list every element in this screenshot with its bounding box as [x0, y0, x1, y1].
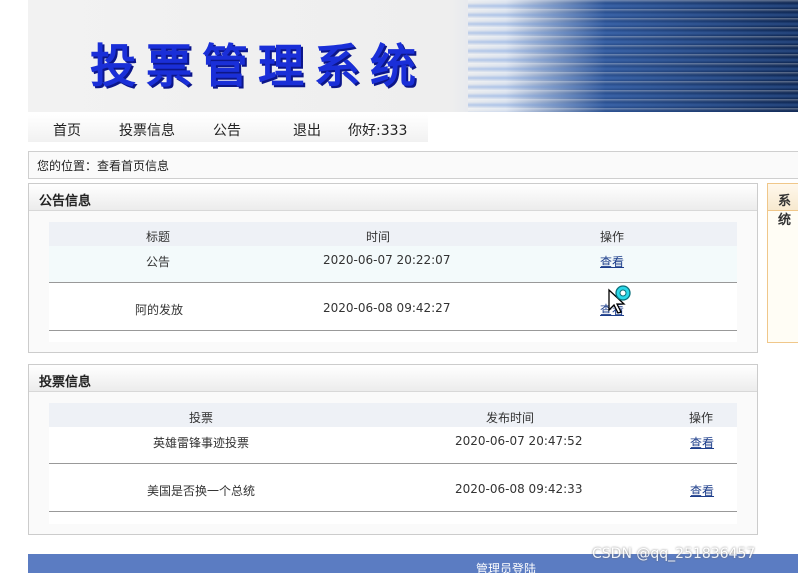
vote-panel-title: 投票信息 — [39, 375, 92, 390]
row-divider — [49, 463, 737, 464]
vote-view-link[interactable]: 查看 — [690, 482, 714, 499]
vote-table: 投票 发布时间 操作 英雄雷锋事迹投票 2020-06-07 20:47:52 … — [49, 403, 737, 524]
header-banner: 投票管理系统 — [28, 0, 798, 112]
top-nav: 首页 投票信息 公告 退出 你好:333 — [28, 115, 428, 142]
notice-panel-title: 公告信息 — [39, 194, 92, 209]
breadcrumb-text: 您的位置：查看首页信息 — [37, 159, 170, 173]
vote-row-time: 2020-06-08 09:42:33 — [455, 482, 583, 496]
vote-view-link[interactable]: 查看 — [690, 434, 714, 451]
nav-vote-info[interactable]: 投票信息 — [119, 120, 175, 140]
row-divider — [49, 330, 737, 331]
notice-row-title: 阿的发放 — [135, 303, 184, 317]
row-divider — [49, 511, 737, 512]
notice-row-time: 2020-06-07 20:22:07 — [323, 253, 451, 267]
nav-home[interactable]: 首页 — [53, 120, 81, 140]
vote-col-action: 操作 — [689, 411, 714, 425]
watermark: CSDN @qq_251836457 — [592, 546, 756, 562]
notice-panel-header: 公告信息 — [29, 184, 757, 211]
notice-panel: 公告信息 标题 时间 操作 公告 2020-06-07 20:22:07 查看 … — [28, 183, 758, 353]
notice-row-time: 2020-06-08 09:42:27 — [323, 301, 451, 315]
user-greeting: 你好:333 — [348, 123, 408, 139]
vote-col-time: 发布时间 — [486, 411, 535, 425]
app-title: 投票管理系统 — [90, 39, 426, 93]
vote-row-title: 美国是否换一个总统 — [147, 484, 256, 498]
notice-col-time: 时间 — [366, 230, 391, 244]
nav-logout[interactable]: 退出 — [293, 120, 321, 140]
banner-decoration — [468, 0, 798, 112]
vote-panel-header: 投票信息 — [29, 365, 757, 392]
left-margin — [0, 0, 28, 573]
notice-row-title: 公告 — [146, 255, 171, 269]
notice-col-title: 标题 — [146, 230, 171, 244]
mouse-cursor-icon — [608, 285, 631, 314]
vote-table-header — [49, 403, 737, 427]
system-panel-title: 系统 — [778, 194, 792, 228]
breadcrumb: 您的位置：查看首页信息 — [28, 151, 798, 179]
vote-panel: 投票信息 投票 发布时间 操作 英雄雷锋事迹投票 2020-06-07 20:4… — [28, 364, 758, 535]
vote-col-title: 投票 — [189, 411, 214, 425]
admin-login-link[interactable]: 管理员登陆 — [476, 560, 536, 577]
vote-row-time: 2020-06-07 20:47:52 — [455, 434, 583, 448]
notice-view-link[interactable]: 查看 — [600, 253, 624, 270]
nav-notice[interactable]: 公告 — [213, 120, 241, 140]
vote-row-title: 英雄雷锋事迹投票 — [153, 436, 250, 450]
notice-col-action: 操作 — [600, 230, 625, 244]
system-panel: 系统 — [767, 183, 798, 343]
